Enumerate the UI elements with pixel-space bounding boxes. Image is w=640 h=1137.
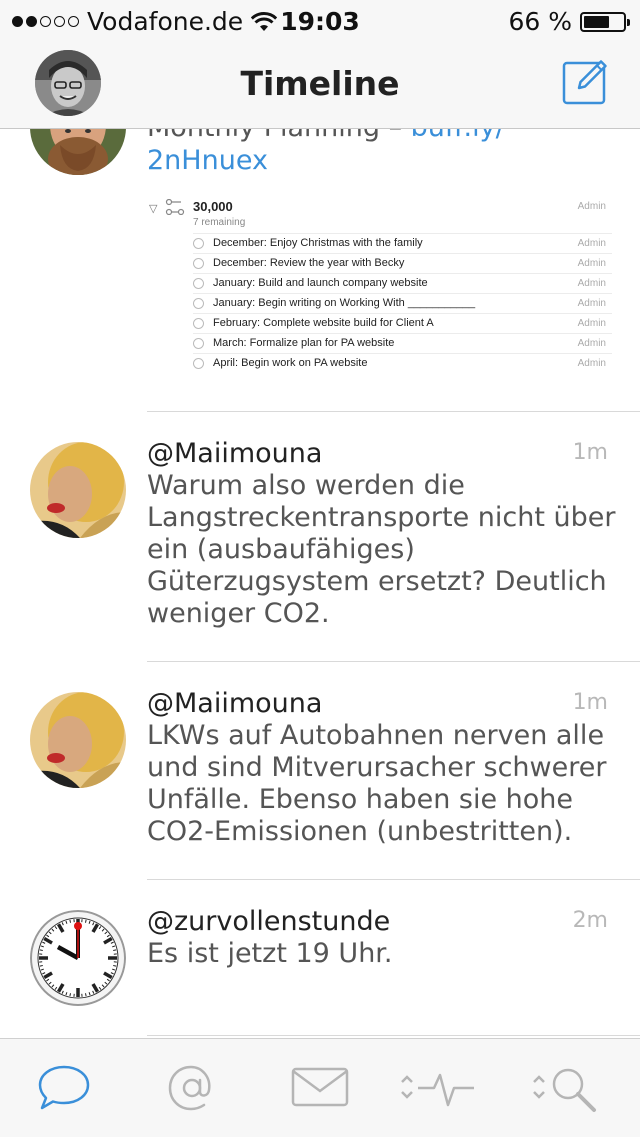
timestamp: 1m [573, 690, 608, 715]
chat-bubble-icon [34, 1063, 94, 1111]
checklist-row: April: Begin work on PA website Admin [193, 353, 612, 374]
checklist-item-label: February: Complete website build for Cli… [213, 317, 434, 329]
tab-bar [0, 1038, 640, 1137]
clock-tick [70, 993, 71, 996]
checklist-row: January: Begin writing on Working With _… [193, 293, 612, 314]
checklist-item-label: April: Begin work on PA website [213, 357, 367, 369]
checklist-item-owner: Admin [578, 358, 606, 369]
checkbox-circle-icon [193, 278, 204, 289]
tweet-text-line: ein (ausbaufähiges) [147, 534, 617, 566]
username[interactable]: @Maiimouna [147, 438, 322, 469]
avatar[interactable] [30, 129, 126, 175]
checklist-item-owner: Admin [578, 318, 606, 329]
battery-area: 66 % [508, 7, 626, 36]
tweet-text: Monthly Planning – buff.ly/ 2nHnuex [147, 129, 617, 177]
timestamp: 2m [573, 908, 608, 933]
checklist-item-owner: Admin [578, 298, 606, 309]
checklist-row: December: Review the year with Becky Admi… [193, 253, 612, 274]
project-icon [165, 199, 185, 215]
navigation-bar: Timeline [0, 40, 640, 129]
mention-icon [162, 1063, 222, 1113]
tweet-text-line: und sind Mitverursacher schwerer [147, 752, 617, 784]
checkbox-circle-icon [193, 318, 204, 329]
tweet-link[interactable]: buff.ly/ [411, 129, 505, 143]
avatar[interactable] [30, 692, 126, 788]
embedded-image-checklist[interactable]: ▽ 30,000 7 remaining Admin December: Enj… [147, 195, 612, 373]
tab-search[interactable] [530, 1063, 610, 1113]
timestamp: 1m [573, 440, 608, 465]
tweet-text-line: Langstreckentransporte nicht über [147, 502, 617, 534]
compose-button[interactable] [561, 58, 609, 106]
tab-activity[interactable] [398, 1063, 478, 1113]
checkbox-circle-icon [193, 338, 204, 349]
page-title: Timeline [0, 64, 640, 103]
username[interactable]: @zurvollenstunde [147, 906, 390, 937]
checklist-item-label: December: Enjoy Christmas with the famil… [213, 237, 423, 249]
checklist-item-label: December: Review the year with Becky [213, 257, 404, 269]
clock-tick [113, 950, 116, 951]
battery-icon [580, 12, 626, 32]
checklist-row: December: Enjoy Christmas with the famil… [193, 233, 612, 254]
collapse-triangle-icon: ▽ [149, 202, 157, 215]
tweet-text: Warum also werden die Langstreckentransp… [147, 470, 617, 630]
username[interactable]: @Maiimouna [147, 688, 322, 719]
timeline-list[interactable]: Monthly Planning – buff.ly/ 2nHnuex ▽ 30… [0, 129, 640, 1038]
mail-icon [290, 1063, 350, 1111]
divider [147, 1035, 640, 1036]
checklist-item-owner: Admin [578, 258, 606, 269]
clock-tick [113, 965, 116, 966]
tweet-link-continued[interactable]: 2nHnuex [147, 145, 268, 176]
clock-tick [85, 993, 86, 996]
clock-tick [40, 965, 43, 966]
avatar[interactable] [30, 442, 126, 538]
checkbox-circle-icon [193, 238, 204, 249]
avatar[interactable] [30, 910, 126, 1006]
checklist-item-owner: Admin [578, 338, 606, 349]
tweet-text-line: Es ist jetzt 19 Uhr. [147, 938, 617, 970]
checklist-item-label: January: Build and launch company websit… [213, 277, 428, 289]
clock-icon [30, 910, 126, 1006]
activity-icon [398, 1063, 478, 1111]
tweet-text-line: Güterzugsystem ersetzt? Deutlich [147, 566, 617, 598]
tweet-text-partial: Monthly Planning [147, 129, 380, 143]
checkbox-circle-icon [193, 358, 204, 369]
tweet-text-line: LKWs auf Autobahnen nerven alle [147, 720, 617, 752]
checklist-owner: Admin [578, 201, 606, 212]
tweet-text-line: Unfälle. Ebenso haben sie hohe [147, 784, 617, 816]
tab-mentions[interactable] [162, 1063, 232, 1113]
clock-tick [85, 920, 86, 923]
tweet-item[interactable]: @Maiimouna 1m Warum also werden die Lang… [0, 412, 640, 662]
checkbox-circle-icon [193, 298, 204, 309]
checklist-row: March: Formalize plan for PA website Admi… [193, 333, 612, 354]
tweet-item[interactable]: Monthly Planning – buff.ly/ 2nHnuex ▽ 30… [0, 129, 640, 412]
tweet-item[interactable]: @zurvollenstunde 2m Es ist jetzt 19 Uhr. [0, 880, 640, 1036]
tweet-text-line: weniger CO2. [147, 598, 617, 630]
search-icon [530, 1063, 610, 1113]
checklist-row: February: Complete website build for Cli… [193, 313, 612, 334]
status-bar: Vodafone.de 19:03 66 % [0, 0, 640, 40]
tweet-text: Es ist jetzt 19 Uhr. [147, 938, 617, 970]
checklist-item-owner: Admin [578, 278, 606, 289]
checklist-title: 30,000 [193, 199, 233, 214]
tab-timeline[interactable] [34, 1063, 104, 1113]
tweet-text: LKWs auf Autobahnen nerven alle und sind… [147, 720, 617, 848]
checklist-item-label: March: Formalize plan for PA website [213, 337, 394, 349]
checklist-row: January: Build and launch company websit… [193, 273, 612, 294]
checklist-remaining: 7 remaining [193, 217, 245, 228]
tab-messages[interactable] [290, 1063, 360, 1113]
tweet-text-line: Warum also werden die [147, 470, 617, 502]
tweet-item[interactable]: @Maiimouna 1m LKWs auf Autobahnen nerven… [0, 662, 640, 880]
checklist-item-label: January: Begin writing on Working With _… [213, 297, 475, 309]
battery-percent: 66 % [508, 7, 572, 36]
compose-icon [561, 58, 609, 106]
tweet-text-line: CO2-Emissionen (unbestritten). [147, 816, 617, 848]
checklist-item-owner: Admin [578, 238, 606, 249]
clock-tick [70, 920, 71, 923]
clock-tick [40, 950, 43, 951]
checkbox-circle-icon [193, 258, 204, 269]
